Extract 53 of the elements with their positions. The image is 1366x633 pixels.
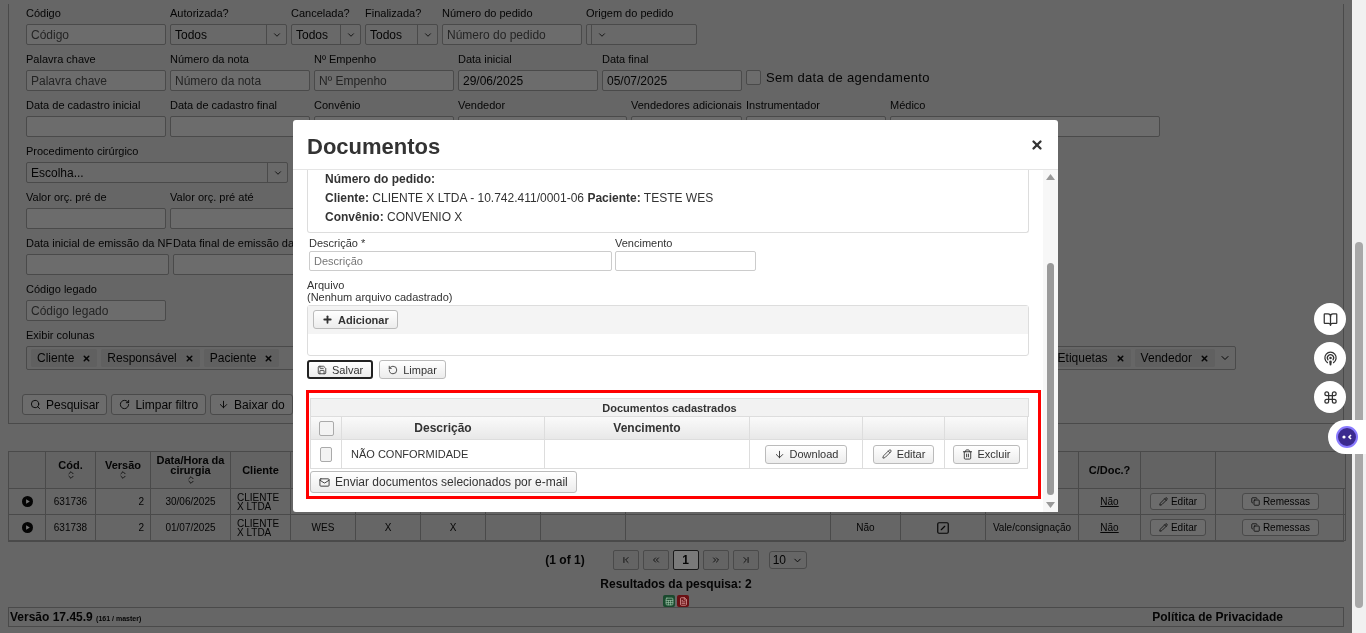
column-header: Descrição: [342, 417, 545, 440]
field-label: Cancelada?: [291, 7, 350, 21]
field-label: Vencimento: [615, 237, 673, 249]
table-cell: 631736: [53, 497, 88, 506]
field-label: Descrição *: [309, 237, 366, 249]
table-cell: 30/06/2025: [165, 497, 216, 506]
table-cell: 631738: [53, 523, 88, 532]
table-cell: 2: [138, 523, 144, 532]
results-count: Resultados da pesquisa: 2: [600, 577, 752, 591]
field-label: Data final: [602, 53, 649, 67]
field-label: Data final de emissão da: [173, 237, 295, 251]
field-label: Código: [26, 7, 61, 21]
field-label: Médico: [890, 99, 926, 113]
field-label: Número da nota: [170, 53, 249, 67]
page-summary: (1 of 1): [545, 553, 585, 567]
field-label: Exibir colunas: [26, 329, 95, 343]
field-label: Data de cadastro inicial: [26, 99, 141, 113]
field-label: Instrumentador: [746, 99, 820, 113]
dialog-title: Documentos: [307, 133, 441, 160]
table-cell: WES: [311, 523, 335, 532]
table-cell: 2: [138, 497, 144, 506]
field-label: Código legado: [26, 283, 97, 297]
info-text: Cliente: CLIENTE X LTDA - 10.742.411/0001-06 Paciente: TESTE WES: [325, 191, 714, 205]
field-label: Origem do pedido: [586, 7, 674, 21]
field-label: Finalizada?: [365, 7, 422, 21]
field-label: Vendedor: [458, 99, 506, 113]
info-text: Número do pedido:: [325, 172, 435, 186]
field-label: Data inicial de emissão da NF: [26, 237, 173, 251]
file-status-text: (Nenhum arquivo cadastrado): [307, 291, 453, 303]
table-cell-text: CLIENTE X LTDA: [237, 492, 281, 511]
field-label: Número do pedido: [442, 7, 533, 21]
table-cell: X: [384, 523, 392, 532]
table-title: Documentos cadastrados: [310, 398, 1029, 417]
field-label: Valor orç. pré até: [170, 191, 254, 205]
field-label: Nº Empenho: [314, 53, 377, 67]
field-label: Data inicial: [458, 53, 512, 67]
field-label: Palavra chave: [26, 53, 96, 67]
field-label: Arquivo: [307, 279, 345, 291]
table-cell-text: CLIENTE X LTDA: [237, 518, 281, 537]
checkbox-label: Sem data de agendamento: [766, 70, 930, 85]
field-label: Procedimento cirúrgico: [26, 145, 139, 159]
table-cell: X: [449, 523, 457, 532]
field-label: Autorizada?: [170, 7, 229, 21]
table-cell: Não: [856, 523, 875, 532]
table-cell: 01/07/2025: [165, 523, 216, 532]
info-text: Convênio: CONVENIO X: [325, 210, 463, 224]
field-label: Data de cadastro final: [170, 99, 277, 113]
column-header: Vencimento: [545, 417, 750, 440]
field-label: Vendedores adicionais: [631, 99, 742, 113]
field-label: Convênio: [314, 99, 361, 113]
field-label: Valor orç. pré de: [26, 191, 107, 205]
table-cell: Vale/consignação: [992, 523, 1072, 532]
table-cell: NÃO CONFORMIDADE: [351, 448, 469, 460]
